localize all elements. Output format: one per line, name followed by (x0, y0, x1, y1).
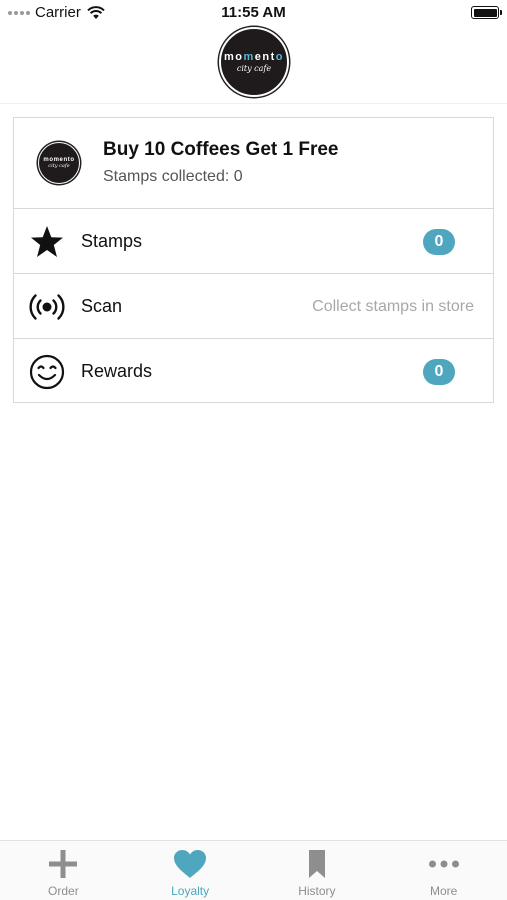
header: momento city cafe (0, 24, 507, 104)
tab-more-label: More (429, 884, 458, 898)
tab-more[interactable]: More (380, 841, 507, 900)
card-title: Buy 10 Coffees Get 1 Free (103, 139, 339, 160)
tab-loyalty[interactable]: Loyalty (127, 841, 254, 900)
rewards-count-badge: 0 (423, 359, 455, 385)
star-icon (29, 224, 65, 260)
rewards-label: Rewards (81, 361, 153, 381)
tab-order[interactable]: Order (0, 841, 127, 900)
smiley-icon (29, 354, 65, 390)
stamps-row[interactable]: Stamps 0 (14, 209, 493, 274)
rewards-row[interactable]: Rewards 0 (14, 339, 493, 404)
loyalty-card: momento city cafe Buy 10 Coffees Get 1 F… (13, 117, 494, 403)
tab-bar: Order Loyalty History More (0, 840, 507, 900)
card-logo: momento city cafe (38, 142, 80, 184)
loyalty-card-header[interactable]: momento city cafe Buy 10 Coffees Get 1 F… (14, 118, 493, 209)
scan-label: Scan (81, 296, 123, 316)
tab-history[interactable]: History (254, 841, 381, 900)
plus-icon (47, 847, 79, 881)
bookmark-icon (307, 847, 327, 881)
heart-icon (173, 847, 207, 881)
tab-history-label: History (298, 884, 336, 898)
cafe-logo: momento city cafe (219, 27, 289, 97)
logo-text: momento (223, 51, 284, 63)
clock: 11:55 AM (221, 4, 286, 21)
status-bar: Carrier 11:55 AM (0, 0, 507, 24)
scan-row[interactable]: Scan Collect stamps in store (14, 274, 493, 339)
battery-icon (471, 6, 502, 19)
tab-loyalty-label: Loyalty (171, 884, 210, 898)
scan-hint: Collect stamps in store (312, 298, 474, 315)
stamps-collected-text: Stamps collected: 0 (103, 168, 243, 185)
tab-order-label: Order (48, 884, 79, 898)
stamps-count-badge: 0 (423, 229, 455, 255)
more-icon (428, 847, 460, 881)
stamps-label: Stamps (81, 231, 143, 251)
broadcast-icon (29, 289, 65, 325)
logo-subtext: city cafe (236, 64, 272, 73)
